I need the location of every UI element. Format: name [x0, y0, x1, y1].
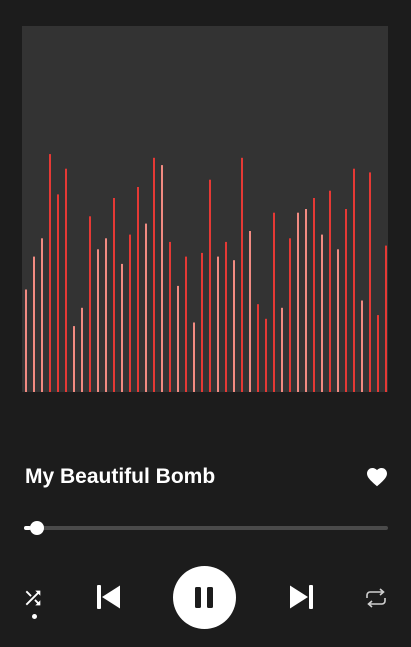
heart-icon	[367, 468, 387, 487]
visualizer-bar	[257, 304, 259, 392]
visualizer-bar	[353, 168, 355, 392]
visualizer-bar	[97, 249, 99, 392]
visualizer-bar	[33, 256, 35, 392]
visualizer-bar	[25, 289, 27, 392]
previous-icon	[97, 585, 120, 609]
visualizer-bar	[377, 315, 379, 392]
previous-track-button[interactable]	[96, 584, 122, 610]
visualizer-bar	[225, 241, 227, 392]
visualizer-bar	[305, 209, 307, 392]
shuffle-button[interactable]	[22, 587, 44, 609]
repeat-button[interactable]	[364, 587, 388, 609]
visualizer-bar	[297, 212, 299, 392]
visualizer-bar	[209, 179, 211, 392]
pause-icon	[195, 587, 213, 608]
visualizer-bar	[281, 307, 283, 392]
visualizer-bar	[313, 198, 315, 392]
visualizer-bar	[337, 249, 339, 392]
visualizer-bar	[185, 256, 187, 392]
visualizer-bars	[25, 154, 387, 392]
visualizer-bar	[361, 300, 363, 392]
visualizer-bar	[249, 231, 251, 392]
repeat-icon	[366, 588, 386, 608]
play-pause-button[interactable]	[173, 566, 236, 629]
visualizer-bar	[217, 256, 219, 392]
progress-knob[interactable]	[30, 521, 45, 535]
next-track-button[interactable]	[288, 584, 314, 610]
visualizer-bar	[241, 157, 243, 392]
album-artwork-visualizer	[22, 26, 388, 392]
track-info-row: My Beautiful Bomb	[25, 462, 389, 492]
visualizer-bar	[153, 157, 155, 392]
visualizer-bar	[105, 238, 107, 392]
visualizer-bar	[177, 285, 179, 392]
playback-controls	[0, 560, 411, 640]
visualizer-bar	[137, 187, 139, 392]
visualizer-bar	[113, 198, 115, 392]
visualizer-bar	[385, 245, 387, 392]
progress-bar[interactable]	[24, 520, 388, 536]
visualizer-bar	[369, 172, 371, 392]
visualizer-bar	[121, 263, 123, 392]
music-player: My Beautiful Bomb	[0, 0, 411, 647]
visualizer-bar	[321, 234, 323, 392]
visualizer-bar	[65, 168, 67, 392]
visualizer-bar	[201, 252, 203, 392]
visualizer-bar	[73, 326, 75, 392]
visualizer-bar	[289, 238, 291, 392]
visualizer-bar	[193, 322, 195, 392]
shuffle-active-indicator	[32, 614, 37, 619]
visualizer-bar	[273, 212, 275, 392]
track-title: My Beautiful Bomb	[25, 465, 216, 488]
visualizer-bar	[129, 234, 131, 392]
visualizer-bar	[233, 260, 235, 392]
visualizer-bar	[41, 238, 43, 392]
shuffle-icon	[25, 590, 41, 606]
next-icon	[290, 585, 313, 609]
visualizer-bar	[329, 190, 331, 392]
visualizer-bar	[345, 209, 347, 392]
visualizer-bar	[57, 194, 59, 392]
visualizer-bar	[169, 241, 171, 392]
visualizer-bar	[145, 223, 147, 392]
visualizer-bar	[81, 307, 83, 392]
like-button[interactable]	[365, 465, 389, 489]
visualizer-bar	[265, 318, 267, 392]
visualizer-bar	[89, 216, 91, 392]
visualizer-bar	[161, 165, 163, 392]
progress-track	[24, 526, 388, 530]
visualizer-bar	[49, 154, 51, 392]
